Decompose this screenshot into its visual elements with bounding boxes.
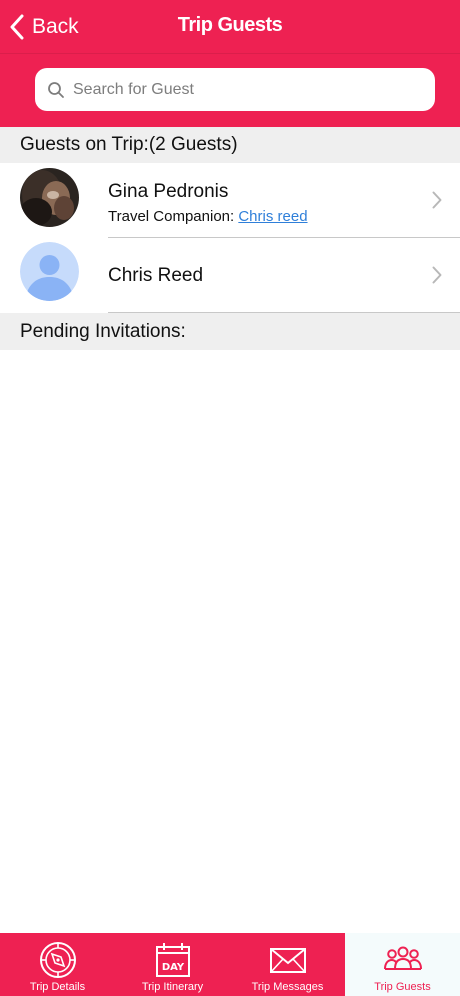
tab-label: Trip Itinerary	[141, 981, 204, 993]
avatar-photo	[20, 168, 79, 227]
group-icon	[383, 946, 422, 970]
tab-label: Trip Guests	[374, 981, 431, 993]
pending-section-header: Pending Invitations:	[0, 313, 460, 350]
nav-bar: Back Trip Guests	[0, 0, 460, 54]
tab-trip-itinerary[interactable]: DAY Trip Itinerary	[115, 933, 230, 996]
page-title: Trip Guests	[177, 14, 283, 36]
chevron-right-icon	[432, 191, 442, 209]
search-bar[interactable]	[35, 68, 435, 111]
tab-trip-details[interactable]: Trip Details	[0, 933, 115, 996]
chevron-right-icon	[432, 266, 442, 284]
default-person-icon	[20, 242, 79, 301]
avatar	[20, 168, 79, 227]
tab-trip-messages[interactable]: Trip Messages	[230, 933, 345, 996]
compass-icon	[39, 942, 76, 978]
header: Back Trip Guests	[0, 0, 460, 127]
search-icon	[48, 81, 64, 98]
calendar-day-icon: DAY	[155, 943, 190, 977]
tab-label: Trip Details	[29, 981, 86, 993]
svg-text:DAY: DAY	[161, 962, 184, 973]
search-input[interactable]	[73, 80, 403, 99]
avatar	[20, 242, 79, 301]
guest-row[interactable]: Gina Pedronis Travel Companion: Chris re…	[0, 163, 460, 238]
guest-name: Chris Reed	[108, 265, 204, 286]
tab-bar: Trip Details DAY Trip Itinerary Trip Mes…	[0, 933, 460, 996]
guest-name: Gina Pedronis	[108, 181, 229, 202]
guest-row[interactable]: Chris Reed	[0, 238, 460, 313]
companion-label: Travel Companion:	[108, 208, 239, 225]
guests-section-header: Guests on Trip:(2 Guests)	[0, 127, 460, 163]
companion-link[interactable]: Chris reed	[238, 208, 307, 225]
tab-label: Trip Messages	[251, 981, 324, 993]
tab-trip-guests[interactable]: Trip Guests	[345, 933, 460, 996]
travel-companion: Travel Companion: Chris reed	[108, 208, 308, 225]
envelope-icon	[269, 948, 306, 973]
